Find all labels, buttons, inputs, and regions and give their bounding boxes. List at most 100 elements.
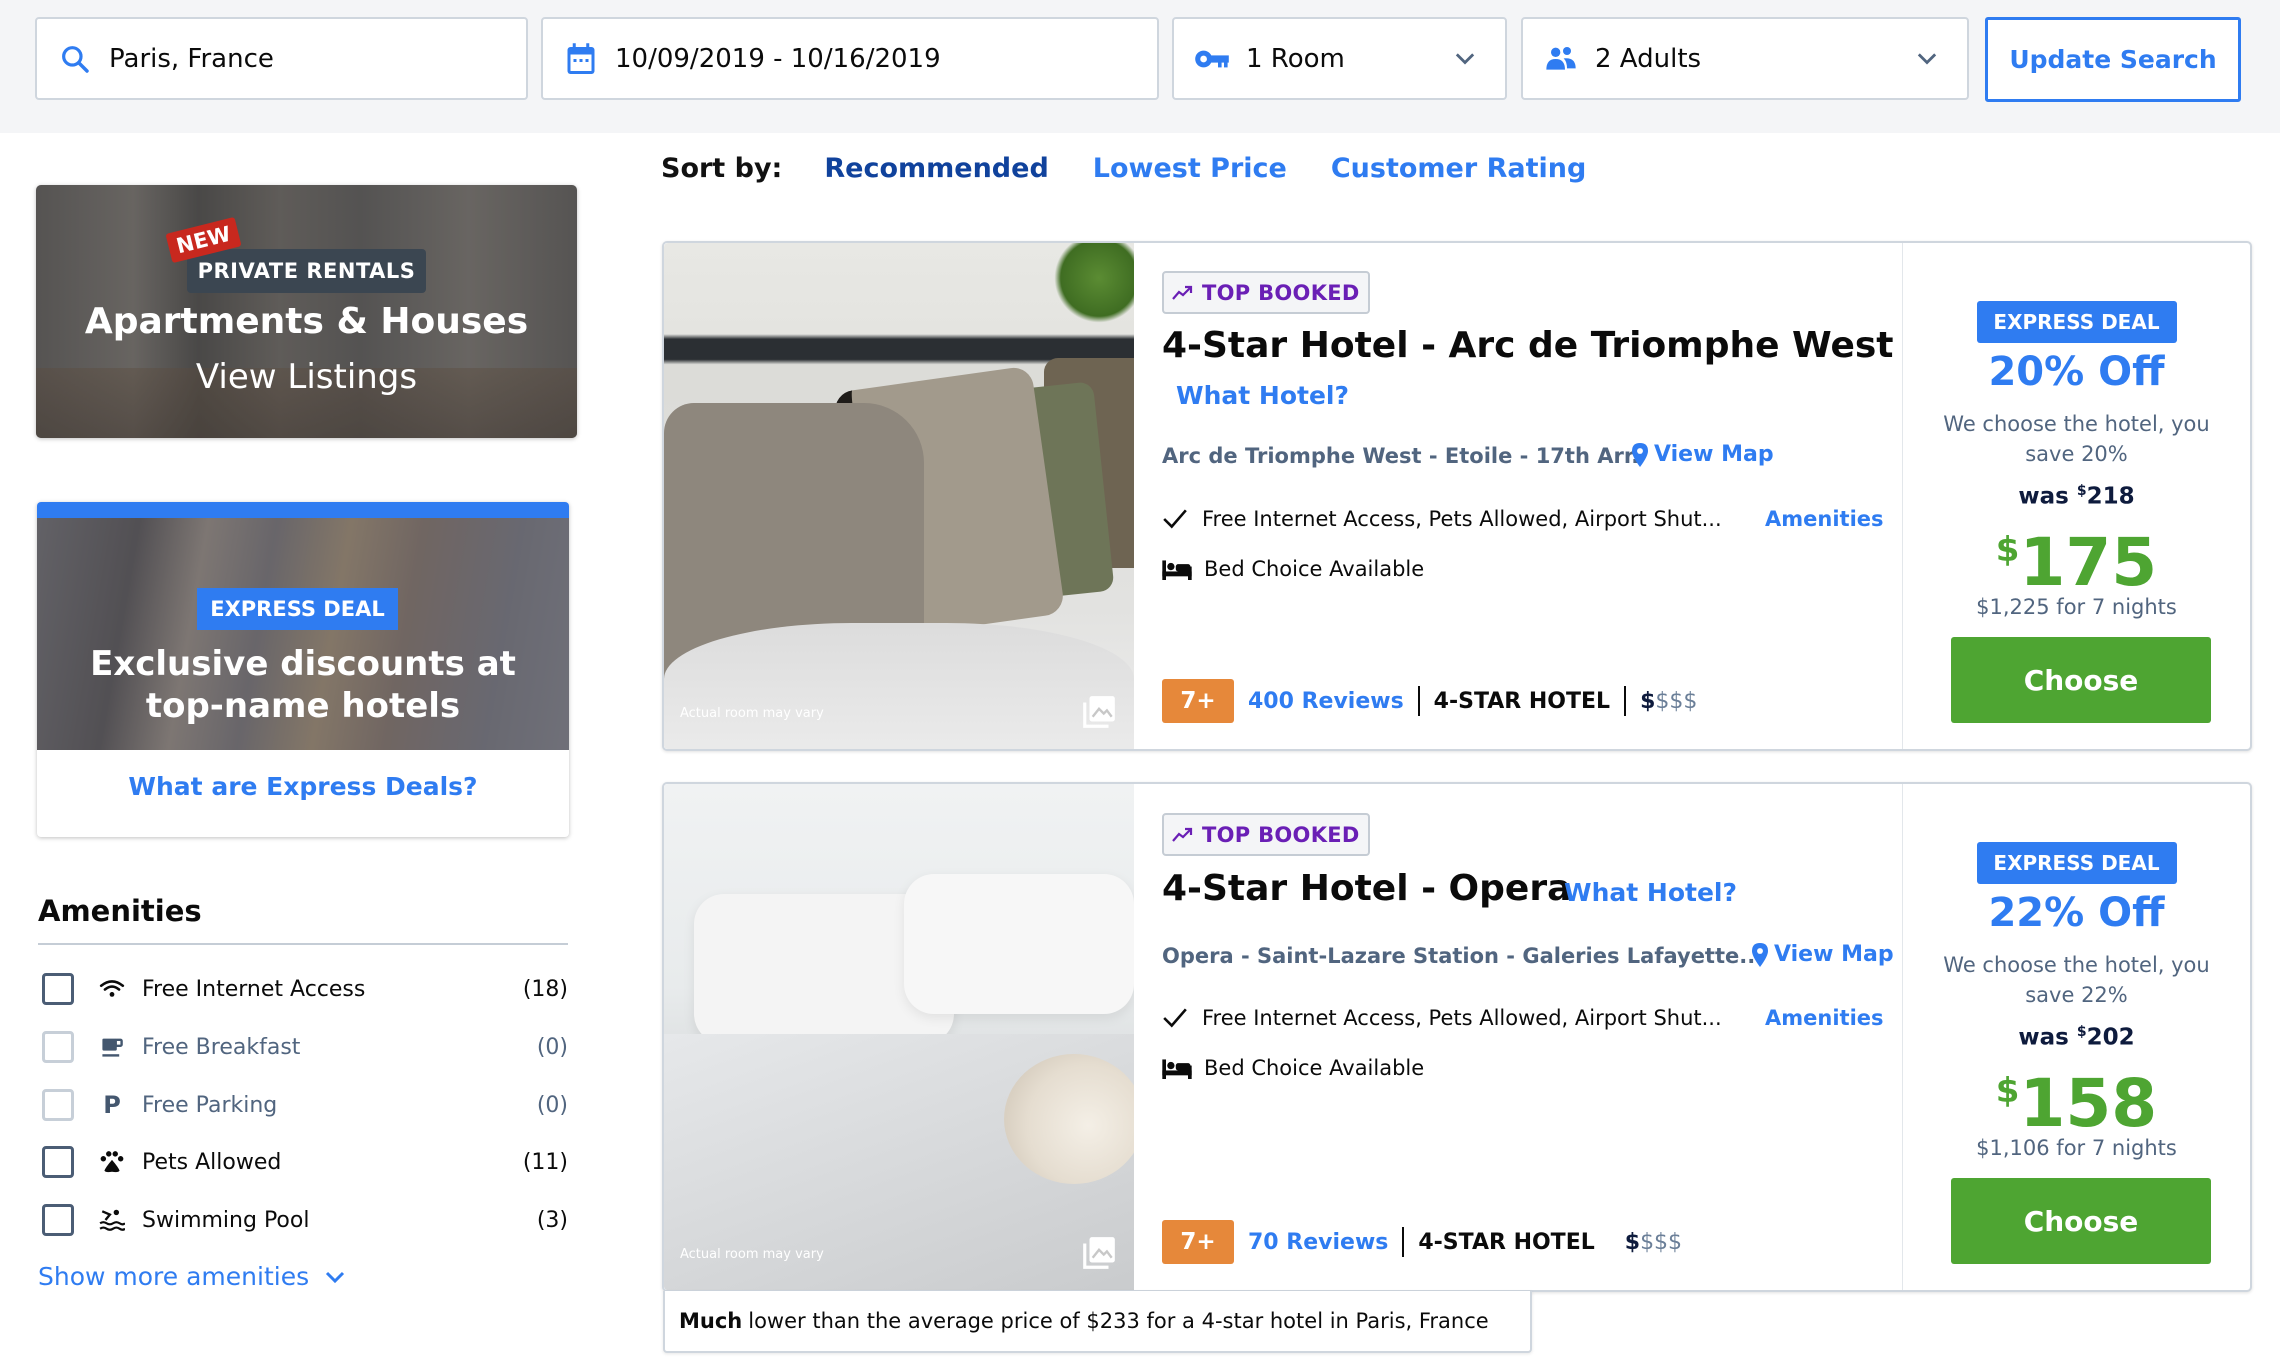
bed-icon — [1162, 560, 1192, 580]
guests-value: 2 Adults — [1595, 43, 1702, 74]
photo-caption: Actual room may vary — [680, 706, 824, 721]
price-level: $$$$ — [1640, 688, 1698, 714]
coffee-cup-icon — [96, 1031, 128, 1063]
wifi-icon — [96, 973, 128, 1005]
gallery-icon[interactable] — [1080, 693, 1118, 731]
show-more-amenities-link[interactable]: Show more amenities — [38, 1262, 347, 1291]
amenity-filter-free-internet[interactable]: Free Internet Access (18) — [42, 969, 568, 1009]
trending-up-icon — [1172, 827, 1193, 842]
view-map-link[interactable]: View Map — [1752, 942, 1894, 967]
hotel-name[interactable]: 4-Star Hotel - Arc de Triomphe West — [1162, 325, 1894, 366]
express-deal-tag: EXPRESS DEAL — [1976, 842, 2177, 884]
express-deal-tag: EXPRESS DEAL — [1976, 301, 2177, 343]
price-panel: EXPRESS DEAL 20% Off We choose the hotel… — [1902, 243, 2250, 749]
gallery-icon[interactable] — [1080, 1234, 1118, 1272]
guests-select[interactable]: 2 Adults — [1521, 17, 1969, 100]
rating-score: 7+ — [1162, 1220, 1234, 1264]
total-price: $1,225 for 7 nights — [1976, 595, 2177, 619]
reviews-link[interactable]: 70 Reviews — [1248, 1230, 1388, 1255]
sort-bar: Sort by: Recommended Lowest Price Custom… — [661, 146, 1630, 190]
discount-percent: 22% Off — [1988, 890, 2165, 936]
bed-icon — [1162, 1059, 1192, 1079]
promo-image: EXPRESS DEAL Exclusive discounts at top-… — [37, 518, 569, 750]
calendar-icon — [561, 39, 601, 79]
express-note: We choose the hotel, you save 20% — [1943, 412, 2210, 466]
amenities-link[interactable]: Amenities — [1765, 1006, 1884, 1030]
view-map-link[interactable]: View Map — [1632, 442, 1774, 467]
reviews-link[interactable]: 400 Reviews — [1248, 689, 1404, 714]
parking-icon: P — [103, 1091, 121, 1119]
amenity-filter-swimming-pool[interactable]: Swimming Pool (3) — [42, 1200, 568, 1240]
bed-choice: Bed Choice Available — [1162, 1056, 1424, 1080]
amenities-heading: Amenities — [38, 894, 202, 928]
search-bar: Paris, France 10/09/2019 - 10/16/2019 1 … — [0, 0, 2280, 133]
amenity-filter-free-parking[interactable]: P Free Parking (0) — [42, 1085, 568, 1125]
rooms-select[interactable]: 1 Room — [1172, 17, 1507, 100]
people-icon — [1541, 39, 1581, 79]
star-class: 4-STAR HOTEL — [1433, 688, 1611, 714]
amenity-filter-free-breakfast[interactable]: Free Breakfast (0) — [42, 1027, 568, 1067]
paw-icon — [96, 1146, 128, 1178]
private-rentals-tag: PRIVATE RENTALS — [187, 249, 426, 293]
what-hotel-link[interactable]: What Hotel? — [1564, 878, 1737, 907]
map-pin-icon — [1632, 442, 1648, 467]
checkbox[interactable] — [42, 1089, 74, 1121]
private-rentals-promo[interactable]: NEW PRIVATE RENTALS Apartments & Houses … — [36, 185, 577, 438]
discount-percent: 20% Off — [1988, 349, 2165, 395]
destination-input[interactable]: Paris, France — [35, 17, 528, 100]
hotel-photo[interactable]: Actual room may vary — [664, 784, 1134, 1290]
hotel-name[interactable]: 4-Star Hotel - Opera — [1162, 868, 1571, 909]
choose-button[interactable]: Choose — [1951, 637, 2211, 723]
swimmer-icon — [96, 1204, 128, 1236]
checkbox[interactable] — [42, 1204, 74, 1236]
checkmark-icon — [1163, 1008, 1187, 1028]
express-promo-title: Exclusive discounts at top-name hotels — [90, 644, 516, 726]
search-icon — [55, 39, 95, 79]
was-price: was $218 — [2018, 483, 2135, 510]
date-range-input[interactable]: 10/09/2019 - 10/16/2019 — [541, 17, 1159, 100]
rooms-value: 1 Room — [1246, 43, 1345, 74]
hotel-card: Actual room may vary TOP BOOKED 4-Star H… — [662, 241, 2252, 751]
rating-score: 7+ — [1162, 679, 1234, 723]
express-note: We choose the hotel, you save 22% — [1943, 953, 2210, 1007]
chevron-down-icon — [1917, 53, 1937, 65]
hotel-card: Actual room may vary TOP BOOKED 4-Star H… — [662, 782, 2252, 1292]
star-class: 4-STAR HOTEL — [1418, 1229, 1595, 1255]
was-price: was $202 — [2018, 1024, 2135, 1051]
hotel-details: TOP BOOKED 4-Star Hotel - Arc de Triomph… — [1162, 243, 1902, 749]
hotel-amenities: Free Internet Access, Pets Allowed, Airp… — [1162, 1006, 1722, 1030]
what-are-express-deals-link[interactable]: What are Express Deals? — [37, 772, 569, 801]
sort-customer-rating[interactable]: Customer Rating — [1331, 153, 1586, 184]
hotel-details: TOP BOOKED 4-Star Hotel - Opera What Hot… — [1162, 784, 1902, 1290]
price-panel: EXPRESS DEAL 22% Off We choose the hotel… — [1902, 784, 2250, 1290]
what-hotel-link[interactable]: What Hotel? — [1176, 381, 1349, 410]
update-search-button[interactable]: Update Search — [1985, 17, 2241, 102]
price-comparison-note: Much lower than the average price of $23… — [663, 1291, 1532, 1353]
hotel-area: Opera - Saint-Lazare Station - Galeries … — [1162, 944, 1764, 968]
price-level: $$$$ — [1624, 1229, 1683, 1255]
divider — [38, 943, 568, 945]
top-booked-badge: TOP BOOKED — [1162, 271, 1370, 314]
sort-lowest-price[interactable]: Lowest Price — [1093, 153, 1287, 184]
date-range-value: 10/09/2019 - 10/16/2019 — [615, 43, 941, 74]
hotel-photo[interactable]: Actual room may vary — [664, 243, 1134, 749]
checkbox[interactable] — [42, 973, 74, 1005]
rentals-title: Apartments & Houses — [84, 301, 529, 342]
hotel-meta: 7+ 400 Reviews 4-STAR HOTEL $$$$ — [1162, 679, 1697, 723]
destination-value: Paris, France — [109, 43, 274, 74]
key-icon — [1192, 39, 1232, 79]
hotel-meta: 7+ 70 Reviews 4-STAR HOTEL $$$$ — [1162, 1220, 1682, 1264]
nightly-price: $175 — [1995, 524, 2158, 601]
nightly-price: $158 — [1995, 1065, 2158, 1142]
checkbox[interactable] — [42, 1146, 74, 1178]
view-listings-link[interactable]: View Listings — [36, 357, 577, 397]
hotel-amenities: Free Internet Access, Pets Allowed, Airp… — [1162, 507, 1722, 531]
checkmark-icon — [1163, 509, 1187, 529]
amenity-filter-pets-allowed[interactable]: Pets Allowed (11) — [42, 1142, 568, 1182]
checkbox[interactable] — [42, 1031, 74, 1063]
chevron-down-icon — [326, 1271, 345, 1283]
sort-recommended[interactable]: Recommended — [824, 153, 1048, 184]
amenities-link[interactable]: Amenities — [1765, 507, 1884, 531]
bed-choice: Bed Choice Available — [1162, 557, 1424, 581]
choose-button[interactable]: Choose — [1951, 1178, 2211, 1264]
